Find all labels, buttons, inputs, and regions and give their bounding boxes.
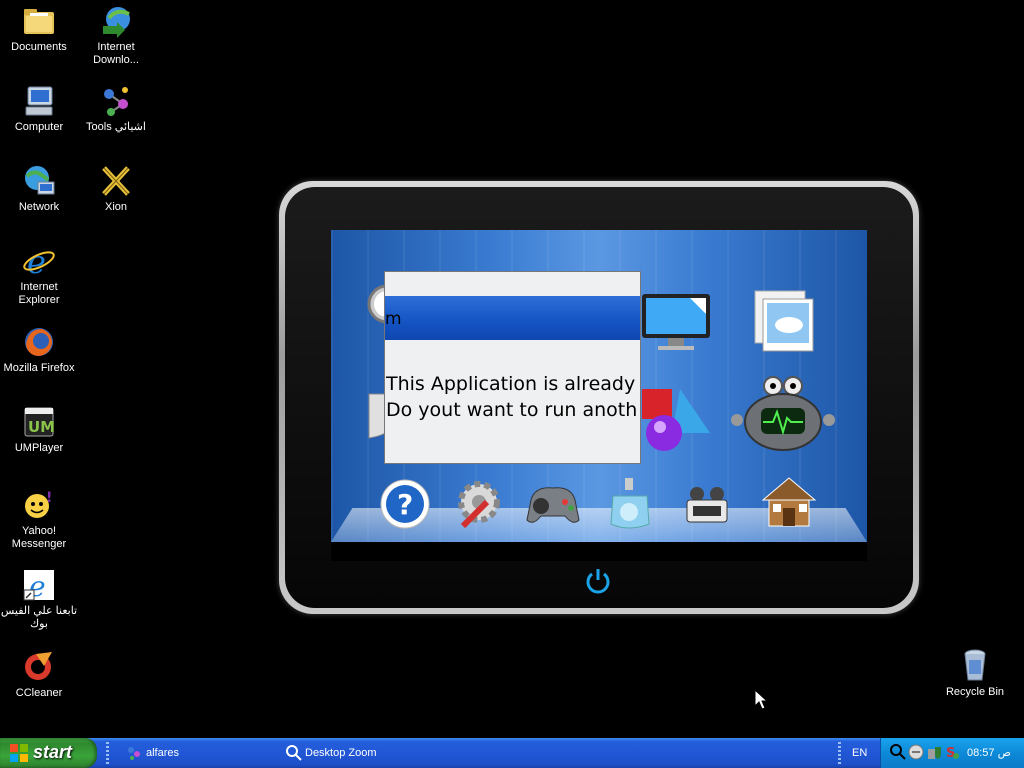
language-label: EN — [852, 747, 868, 759]
desktop-icon-yahoo-messenger[interactable]: ! Yahoo! Messenger — [0, 488, 78, 551]
start-label: start — [33, 742, 73, 762]
desktop-icon-facebook-link[interactable]: e تابعنا علي الفيس بوك — [0, 568, 78, 631]
mouse-cursor-icon — [754, 688, 769, 716]
desktop-icon-xion[interactable]: Xion — [77, 164, 155, 214]
xion-icon — [99, 164, 133, 198]
ccleaner-icon — [22, 650, 56, 684]
taskbar-item-alfares[interactable]: alfares — [124, 738, 274, 768]
alfares-icon — [126, 745, 142, 764]
desktop-icon-label: Mozilla Firefox — [3, 362, 75, 374]
svg-text:?: ? — [397, 488, 413, 521]
umplayer-icon: UM — [22, 405, 56, 439]
svg-text:!: ! — [46, 490, 52, 506]
idm-icon — [99, 4, 133, 38]
folder-icon — [22, 4, 56, 38]
desktop-icon-label: Internet Explorer — [18, 281, 60, 306]
robot-icon[interactable] — [731, 376, 837, 461]
desktop-icon-recycle-bin[interactable]: Recycle Bin — [943, 648, 1007, 698]
dialog-message-line1: This Application is already r — [386, 373, 641, 395]
desktop-icon-umplayer[interactable]: UM UMPlayer — [0, 405, 78, 455]
shapes-icon[interactable] — [640, 385, 712, 462]
recycle-bin-label: Recycle Bin — [945, 686, 1005, 698]
tools-icon — [99, 84, 133, 118]
desktop-icon-idm[interactable]: Internet Downlo... — [77, 4, 155, 67]
desktop-icon-firefox[interactable]: Mozilla Firefox — [0, 325, 78, 375]
settings-icon[interactable] — [453, 476, 507, 537]
photo-viewer-icon[interactable] — [753, 289, 815, 358]
desktop-icon-computer[interactable]: Computer — [0, 84, 78, 134]
svg-text:e: e — [27, 244, 46, 278]
language-bar-grip[interactable] — [838, 742, 841, 764]
computer-icon — [22, 84, 56, 118]
taskbar-item-label: Desktop Zoom — [305, 747, 377, 759]
svg-text:UM: UM — [28, 418, 55, 436]
desktop-icon-label: Computer — [14, 121, 64, 133]
home-icon[interactable] — [759, 474, 819, 535]
desktop-icon-network[interactable]: Network — [0, 164, 78, 214]
ie-icon: e — [22, 243, 56, 281]
clock[interactable]: 08:57 ص — [967, 746, 1011, 759]
taskbar: start alfares Desktop Zoom EN S 08:57 ص — [0, 738, 1024, 768]
taskbar-item-desktop-zoom[interactable]: Desktop Zoom — [284, 738, 444, 768]
desktop-icon-label: Internet Downlo... — [93, 41, 139, 66]
magnifier-icon — [286, 745, 302, 764]
desktop-icon-label: Documents — [11, 41, 67, 53]
language-indicator[interactable]: EN — [850, 738, 870, 768]
already-running-dialog: m This Application is already r Do yout … — [384, 271, 641, 464]
help-icon[interactable]: ? — [379, 478, 431, 535]
desktop-icon-label: تابعنا علي الفيس بوك — [0, 605, 78, 630]
messenger-tray-icon[interactable] — [908, 744, 924, 765]
windows-flag-icon — [10, 744, 28, 762]
network-icon — [22, 164, 56, 198]
dialog-titlebar[interactable] — [385, 296, 640, 340]
desktop-icon-label: UMPlayer — [14, 442, 64, 454]
firefox-icon — [22, 325, 56, 359]
desktop-icon-label: CCleaner — [15, 687, 63, 699]
desktop-icon-label: Yahoo! Messenger — [11, 525, 67, 550]
ie-link-icon: e — [22, 568, 56, 603]
antivirus-tray-icon[interactable]: S — [944, 744, 960, 765]
desktop-icon-tools[interactable]: Tools اشيائي — [77, 84, 155, 134]
recycle-bin-icon — [960, 648, 990, 682]
gamepad-icon[interactable] — [525, 480, 581, 533]
desktop-icon-label: Xion — [104, 201, 128, 213]
start-button[interactable]: start — [0, 738, 97, 768]
system-tray: S 08:57 ص — [880, 738, 1024, 768]
projector-icon[interactable] — [683, 486, 731, 531]
desktop-icon-ccleaner[interactable]: CCleaner — [0, 650, 78, 700]
desktop-icon-label: Network — [18, 201, 60, 213]
power-icon[interactable] — [584, 566, 612, 599]
desktop-icon-label: Tools اشيائي — [86, 121, 146, 133]
dialog-title: m — [385, 309, 402, 329]
yahoo-icon: ! — [22, 488, 56, 522]
search-tray-icon[interactable] — [890, 744, 906, 765]
security-tray-icon[interactable] — [926, 744, 942, 765]
monitor-icon[interactable] — [640, 292, 712, 359]
taskbar-grip[interactable] — [106, 742, 109, 764]
desktop-icon-documents[interactable]: Documents — [0, 4, 78, 54]
dialog-message-line2: Do yout want to run anoth — [386, 399, 638, 421]
taskbar-item-label: alfares — [146, 747, 180, 759]
desktop-icon-internet-explorer[interactable]: e Internet Explorer — [0, 243, 78, 307]
perfume-icon[interactable] — [607, 476, 653, 535]
